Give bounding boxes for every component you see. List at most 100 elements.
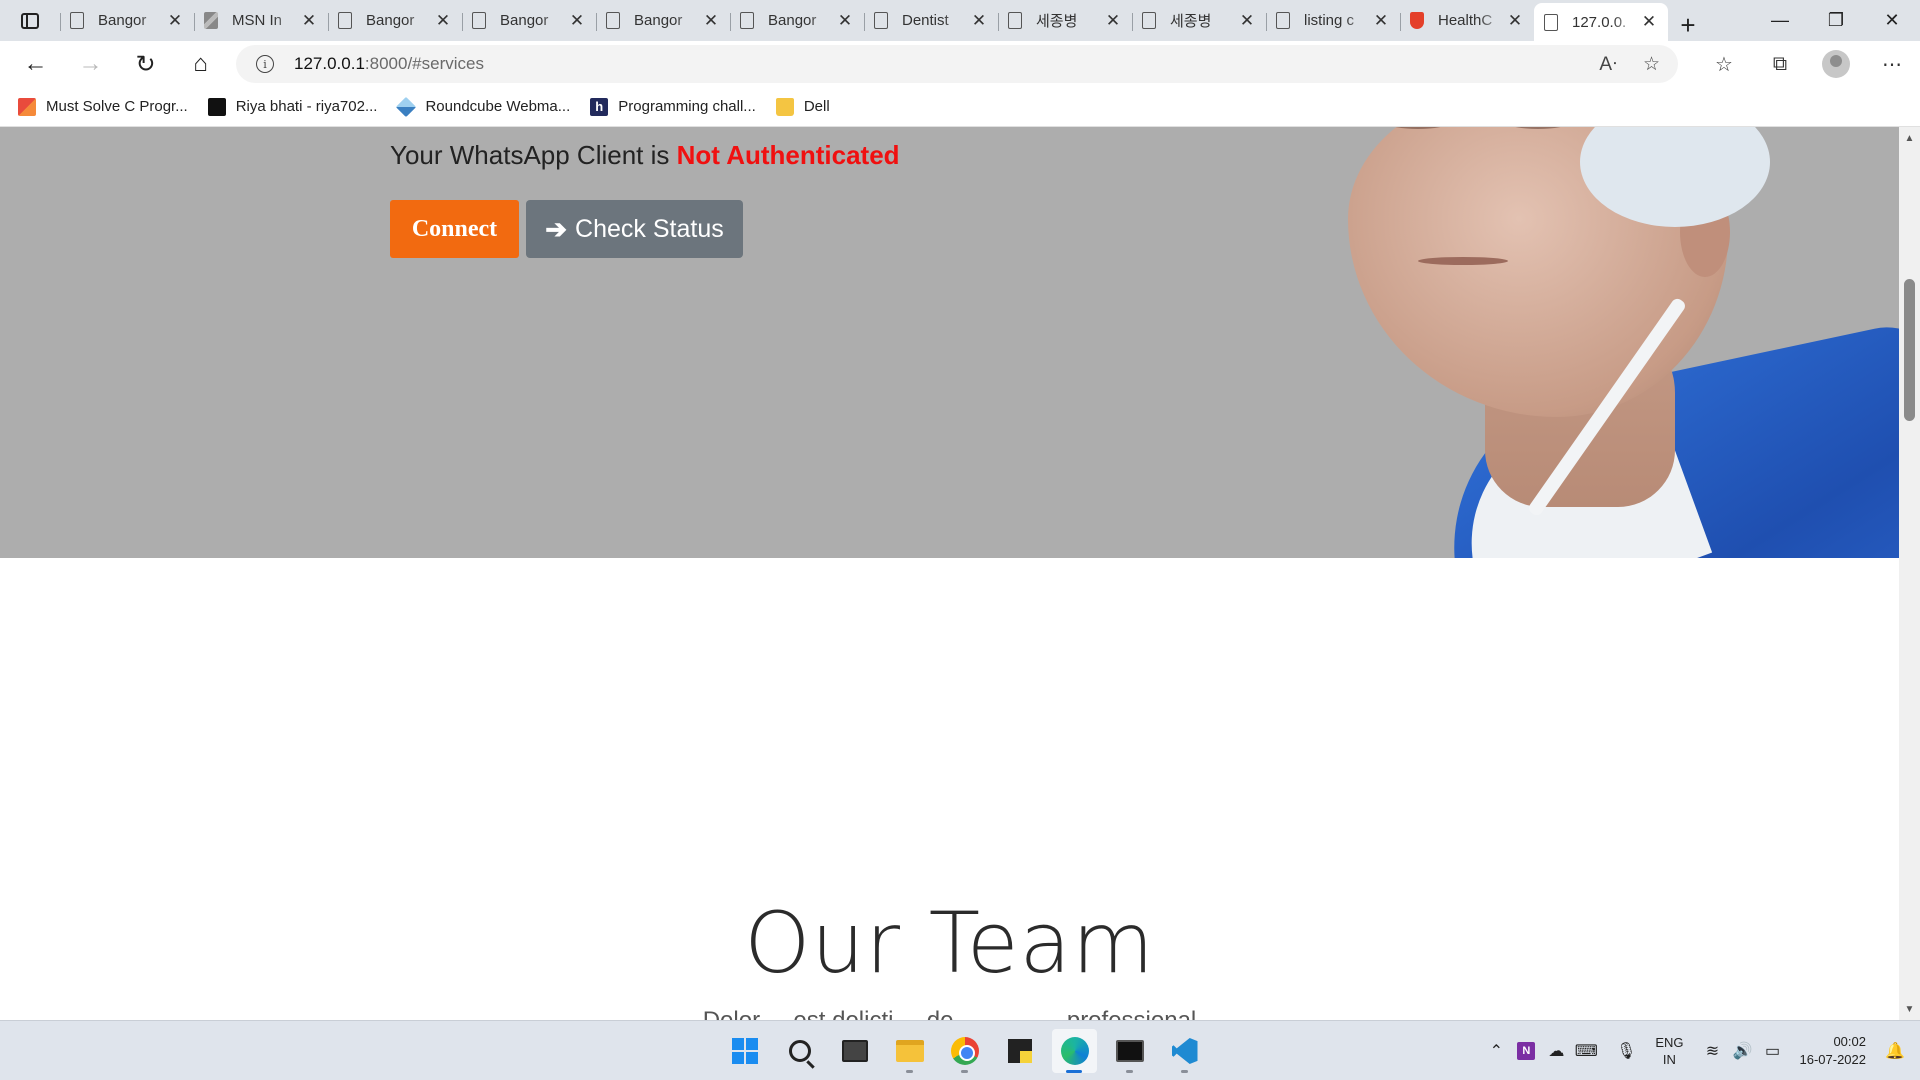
browser-toolbar: ← → ↻ ⌂ i 127.0.0.1:8000/#services Aᐧ ☆ … — [0, 41, 1920, 87]
microphone-icon[interactable]: 🎙 — [1611, 1036, 1641, 1066]
page-icon — [606, 12, 620, 29]
forward-button[interactable]: → — [63, 41, 118, 87]
volume-icon[interactable]: 🔊 — [1728, 1036, 1758, 1066]
tab-label: Bangor — [634, 12, 683, 29]
close-tab-icon[interactable]: ✕ — [300, 11, 318, 31]
tab-actions-button[interactable] — [0, 0, 60, 41]
vscode-button[interactable] — [1162, 1029, 1207, 1073]
refresh-button[interactable]: ↻ — [118, 41, 173, 87]
tab-0[interactable]: Bangor ✕ — [60, 5, 194, 37]
scroll-up-icon[interactable]: ▲ — [1899, 129, 1920, 147]
wifi-icon[interactable]: ≋ — [1698, 1036, 1728, 1066]
file-explorer-button[interactable] — [887, 1029, 932, 1073]
close-tab-icon[interactable]: ✕ — [1104, 11, 1122, 31]
collections-icon[interactable]: ⧉ — [1752, 41, 1808, 87]
sticky-notes-icon — [1007, 1039, 1032, 1063]
page-icon — [472, 12, 486, 29]
page-icon — [1544, 13, 1558, 31]
read-aloud-icon[interactable]: Aᐧ — [1599, 53, 1617, 76]
status-prefix: Your WhatsApp Client is — [390, 140, 670, 170]
msn-icon — [204, 12, 218, 29]
taskbar-apps — [722, 1029, 1207, 1073]
bookmark-label: Must Solve C Progr... — [46, 98, 188, 115]
close-tab-icon[interactable]: ✕ — [702, 11, 720, 31]
bookmark-1[interactable]: Riya bhati - riya702... — [207, 97, 377, 116]
restore-button[interactable]: ❐ — [1808, 0, 1864, 41]
bookmark-label: Programming chall... — [618, 98, 756, 115]
notifications-icon[interactable]: 🔔 — [1880, 1036, 1910, 1066]
tab-label: 세종병 — [1036, 13, 1078, 30]
check-status-button[interactable]: ➔ Check Status — [526, 200, 743, 258]
tab-5[interactable]: Bangor ✕ — [730, 5, 864, 37]
tab-3[interactable]: Bangor ✕ — [462, 5, 596, 37]
close-window-button[interactable]: ✕ — [1864, 0, 1920, 41]
tab-label: Dentist — [902, 12, 949, 29]
add-favorite-icon[interactable]: ☆ — [1643, 53, 1660, 76]
bookmark-folder-dell[interactable]: Dell — [775, 97, 830, 116]
close-tab-icon[interactable]: ✕ — [434, 11, 452, 31]
battery-icon[interactable]: ▭ — [1758, 1036, 1788, 1066]
page-icon — [1142, 12, 1156, 29]
close-tab-icon[interactable]: ✕ — [568, 11, 586, 31]
page-icon — [874, 12, 888, 29]
chrome-button[interactable] — [942, 1029, 987, 1073]
tab-8[interactable]: 세종병 ✕ — [1132, 5, 1266, 37]
clock[interactable]: 00:02 16-07-2022 — [1800, 1033, 1867, 1069]
close-tab-icon[interactable]: ✕ — [1640, 12, 1658, 32]
more-menu-icon[interactable]: ⋯ — [1864, 41, 1920, 87]
clock-time: 00:02 — [1833, 1034, 1866, 1049]
close-tab-icon[interactable]: ✕ — [836, 11, 854, 31]
bookmark-3[interactable]: h Programming chall... — [590, 97, 756, 116]
site-info-icon[interactable]: i — [256, 55, 274, 73]
vscode-icon — [1171, 1038, 1198, 1064]
favorites-icon[interactable]: ☆ — [1696, 41, 1752, 87]
tab-7[interactable]: 세종병 ✕ — [998, 5, 1132, 37]
tab-6[interactable]: Dentist ✕ — [864, 5, 998, 37]
scroll-down-icon[interactable]: ▼ — [1899, 1000, 1920, 1018]
bookmark-0[interactable]: Must Solve C Progr... — [18, 97, 188, 116]
home-button[interactable]: ⌂ — [173, 41, 228, 87]
tab-4[interactable]: Bangor ✕ — [596, 5, 730, 37]
address-bar-actions: Aᐧ ☆ — [1599, 45, 1660, 83]
chrome-icon — [950, 1037, 979, 1065]
page-scrollbar[interactable]: ▲ ▼ — [1899, 127, 1920, 1020]
close-tab-icon[interactable]: ✕ — [1506, 11, 1524, 31]
bookmarks-bar: Must Solve C Progr... Riya bhati - riya7… — [0, 87, 1920, 127]
start-button[interactable] — [722, 1029, 767, 1073]
onenote-icon[interactable]: N — [1517, 1042, 1536, 1060]
close-tab-icon[interactable]: ✕ — [970, 11, 988, 31]
sticky-notes-button[interactable] — [997, 1029, 1042, 1073]
keyboard-icon[interactable]: ⌨ — [1571, 1036, 1601, 1066]
address-bar[interactable]: i 127.0.0.1:8000/#services Aᐧ ☆ — [236, 45, 1678, 83]
task-view-button[interactable] — [832, 1029, 877, 1073]
scrollbar-thumb[interactable] — [1904, 279, 1915, 421]
tab-actions-icon — [21, 12, 39, 29]
terminal-button[interactable] — [1107, 1029, 1152, 1073]
new-tab-button[interactable]: + — [1668, 9, 1708, 41]
system-tray: ⌃ N ☁ ⌨ 🎙 ENG IN ≋ 🔊 ▭ 00:02 16-07-2022 … — [1481, 1021, 1920, 1080]
close-tab-icon[interactable]: ✕ — [1238, 11, 1256, 31]
bookmark-label: Roundcube Webma... — [425, 98, 571, 115]
input-language[interactable]: ENG IN — [1655, 1034, 1683, 1068]
tab-2[interactable]: Bangor ✕ — [328, 5, 462, 37]
edge-button[interactable] — [1052, 1029, 1097, 1073]
connect-button[interactable]: Connect — [390, 200, 519, 258]
close-tab-icon[interactable]: ✕ — [166, 11, 184, 31]
minimize-button[interactable]: — — [1752, 0, 1808, 41]
tab-10[interactable]: HealthC ✕ — [1400, 5, 1534, 37]
tab-1[interactable]: MSN In ✕ — [194, 5, 328, 37]
whatsapp-status-text: Your WhatsApp Client is Not Authenticate… — [390, 140, 900, 171]
profile-avatar[interactable] — [1822, 50, 1850, 78]
onedrive-icon[interactable]: ☁ — [1541, 1036, 1571, 1066]
team-subtitle: Dolor ... est delicti ... de ... ... ...… — [0, 1007, 1899, 1020]
search-icon — [788, 1040, 811, 1062]
back-button[interactable]: ← — [8, 41, 63, 87]
tab-label: 세종병 — [1170, 13, 1212, 30]
tab-9[interactable]: listing c ✕ — [1266, 5, 1400, 37]
tab-11-active[interactable]: 127.0.0. ✕ — [1534, 3, 1668, 41]
show-hidden-icons-icon[interactable]: ⌃ — [1481, 1036, 1511, 1066]
tab-label: listing c — [1304, 12, 1355, 29]
close-tab-icon[interactable]: ✕ — [1372, 11, 1390, 31]
bookmark-2[interactable]: Roundcube Webma... — [396, 96, 571, 117]
search-button[interactable] — [777, 1029, 822, 1073]
